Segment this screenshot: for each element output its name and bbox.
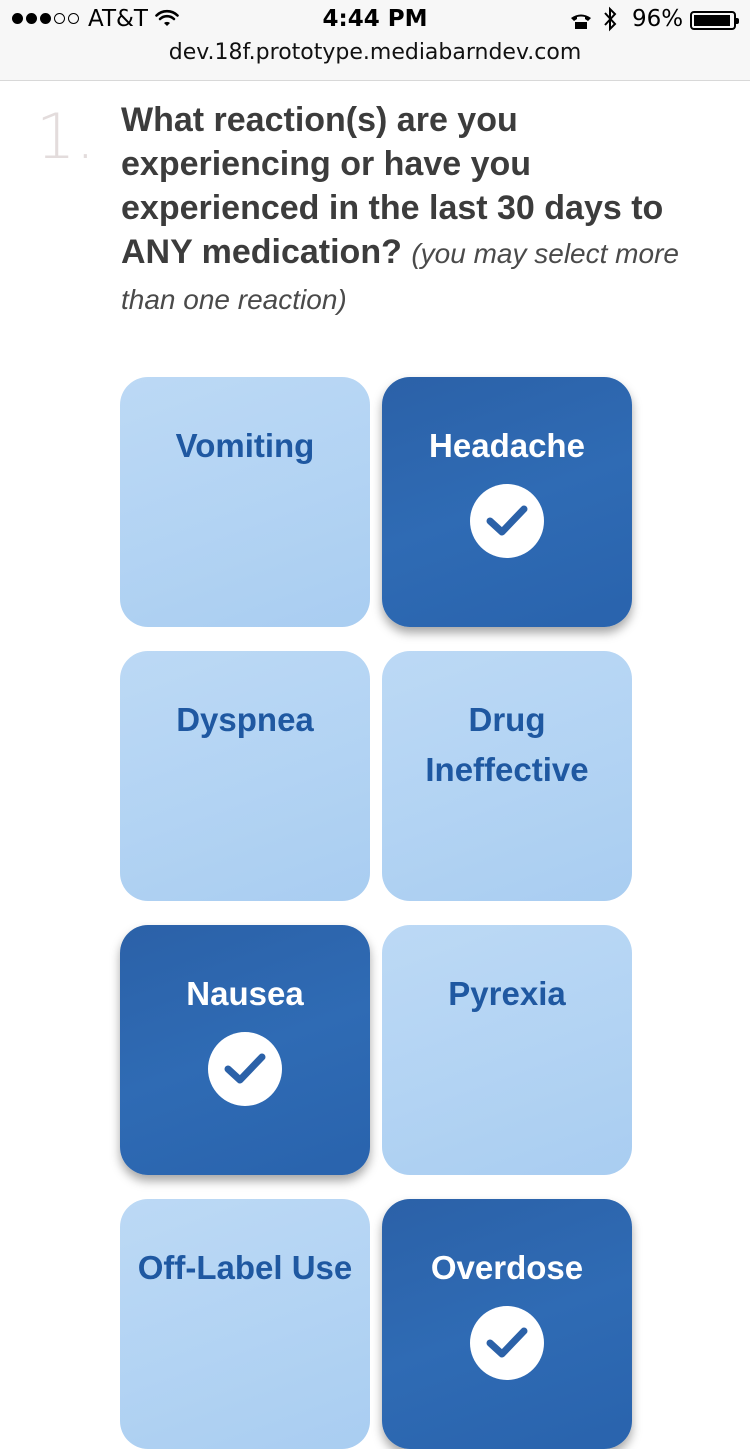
check-icon [208,1032,282,1106]
reaction-label: Dyspnea [176,701,314,738]
reaction-label: Drug Ineffective [425,701,589,788]
battery-level [694,15,730,26]
reaction-label: Pyrexia [448,975,566,1012]
reaction-label: Nausea [186,975,304,1012]
reaction-options-grid: Vomiting Headache Dyspnea Drug Ineffective N… [120,377,632,1449]
question-text: What reaction(s) are you experiencing or… [121,98,701,322]
reaction-label: Overdose [430,1249,584,1286]
question-number: 1. [36,100,96,173]
reaction-label: Vomiting [175,427,315,464]
status-bar: AT&T 4:44 PM 96% [0,0,750,40]
reaction-tile-vomiting[interactable]: Vomiting [120,377,370,627]
bluetooth-icon [602,6,618,38]
reaction-tile-nausea[interactable]: Nausea [120,925,370,1175]
reaction-label: Headache [429,427,585,464]
phone-icon [570,10,592,36]
battery-icon [690,11,739,30]
reaction-label: Off-Label Use [137,1249,353,1286]
reaction-tile-drug-ineffective[interactable]: Drug Ineffective [382,651,632,901]
reaction-tile-pyrexia[interactable]: Pyrexia [382,925,632,1175]
reaction-tile-overdose[interactable]: Overdose [382,1199,632,1449]
browser-chrome: AT&T 4:44 PM 96% dev.18f.prototype.media… [0,0,750,81]
battery-percentage: 96% [632,6,684,32]
reaction-tile-headache[interactable]: Headache [382,377,632,627]
check-icon [470,484,544,558]
check-icon [470,1306,544,1380]
address-bar[interactable]: dev.18f.prototype.mediabarndev.com [0,40,750,65]
reaction-tile-off-label-use[interactable]: Off-Label Use [120,1199,370,1449]
reaction-tile-dyspnea[interactable]: Dyspnea [120,651,370,901]
